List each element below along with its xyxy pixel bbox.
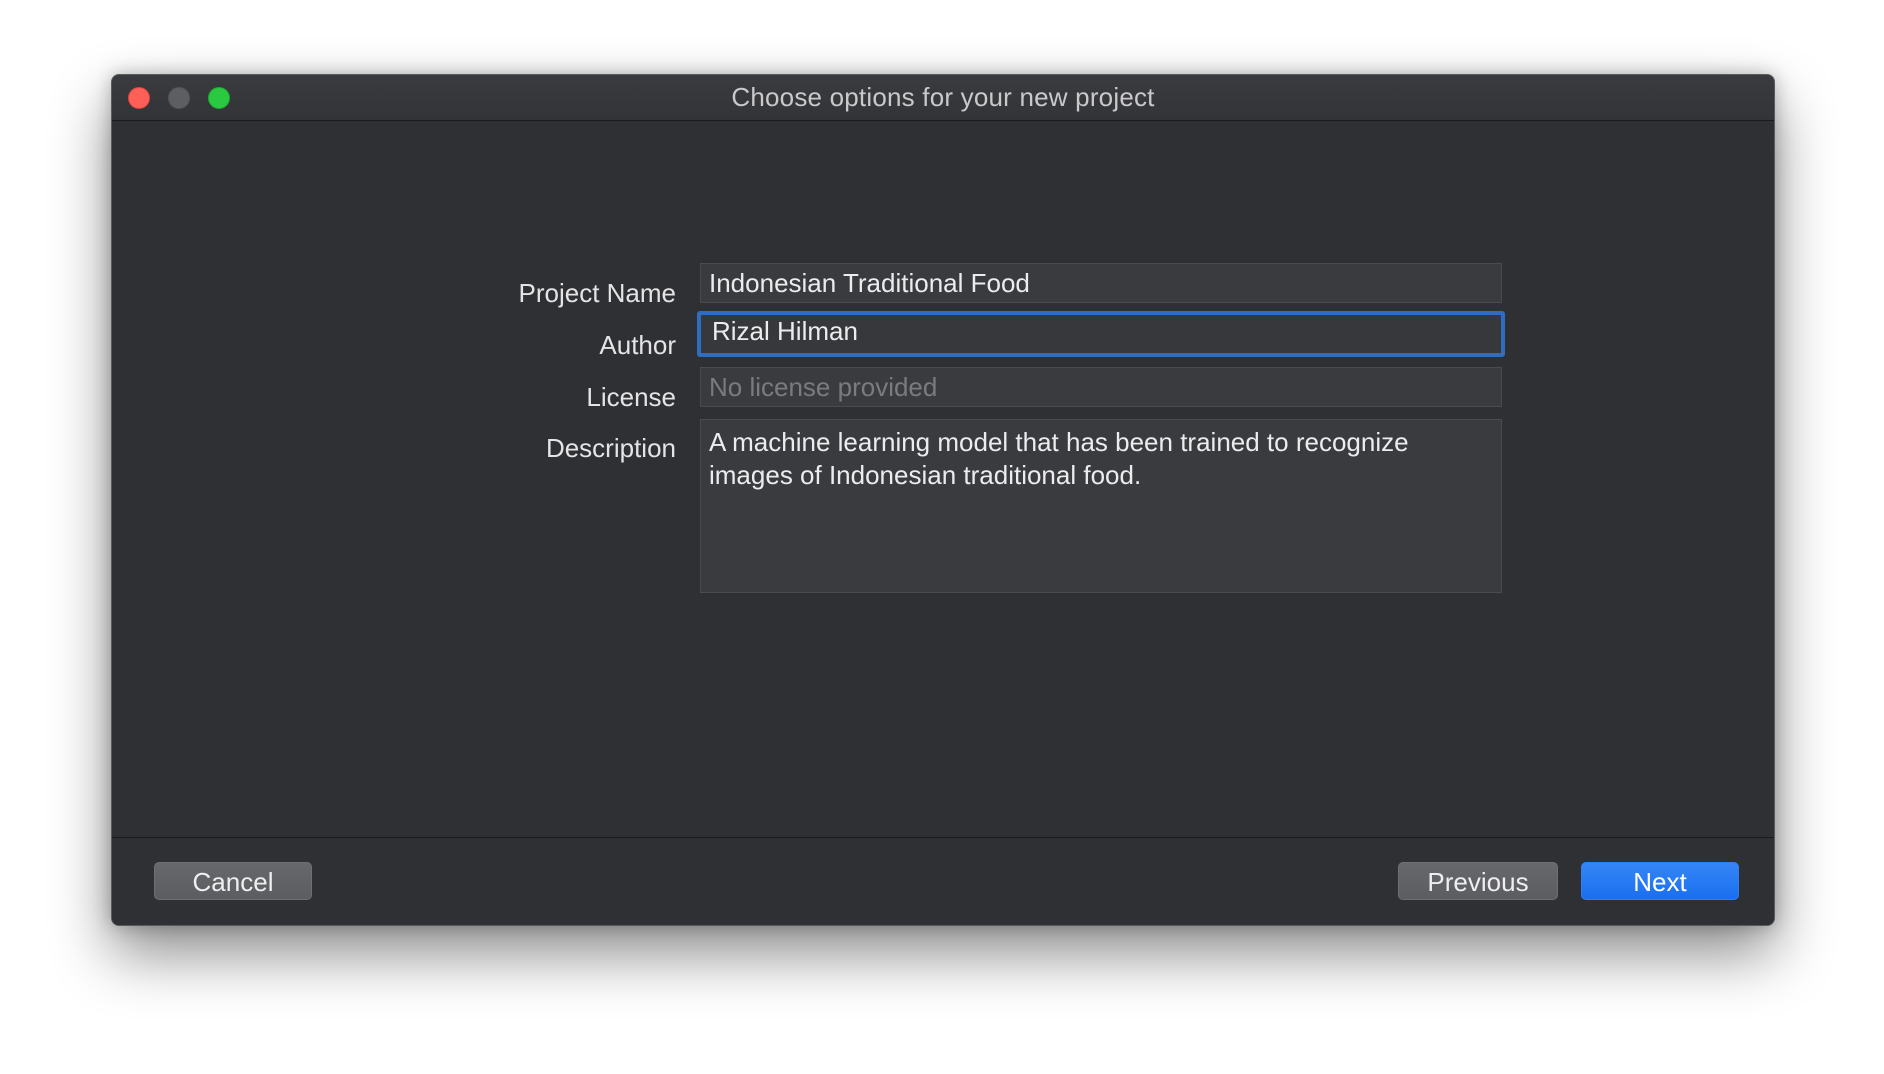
project-name-label: Project Name [518, 278, 677, 308]
previous-button[interactable]: Previous [1398, 862, 1558, 900]
cancel-button[interactable]: Cancel [154, 862, 312, 900]
window-title: Choose options for your new project [731, 82, 1155, 112]
description-label: Description [545, 433, 676, 463]
license-field[interactable]: No license provided [700, 367, 1502, 407]
zoom-window-button[interactable] [208, 87, 230, 109]
dialog-footer: Cancel Previous Next [112, 837, 1774, 925]
close-window-button[interactable] [128, 87, 150, 109]
project-name-field[interactable]: Indonesian Traditional Food [700, 263, 1502, 303]
next-button[interactable]: Next [1581, 862, 1739, 900]
minimize-window-button[interactable] [168, 87, 190, 109]
author-field[interactable]: Rizal Hilman [697, 311, 1505, 357]
form-area: Project Name Indonesian Traditional Food… [112, 121, 1774, 841]
description-field[interactable]: A machine learning model that has been t… [700, 419, 1502, 593]
dialog-window: Choose options for your new project Proj… [111, 74, 1775, 926]
license-label: License [586, 382, 676, 412]
title-bar[interactable]: Choose options for your new project [112, 75, 1774, 121]
author-label: Author [599, 330, 676, 360]
